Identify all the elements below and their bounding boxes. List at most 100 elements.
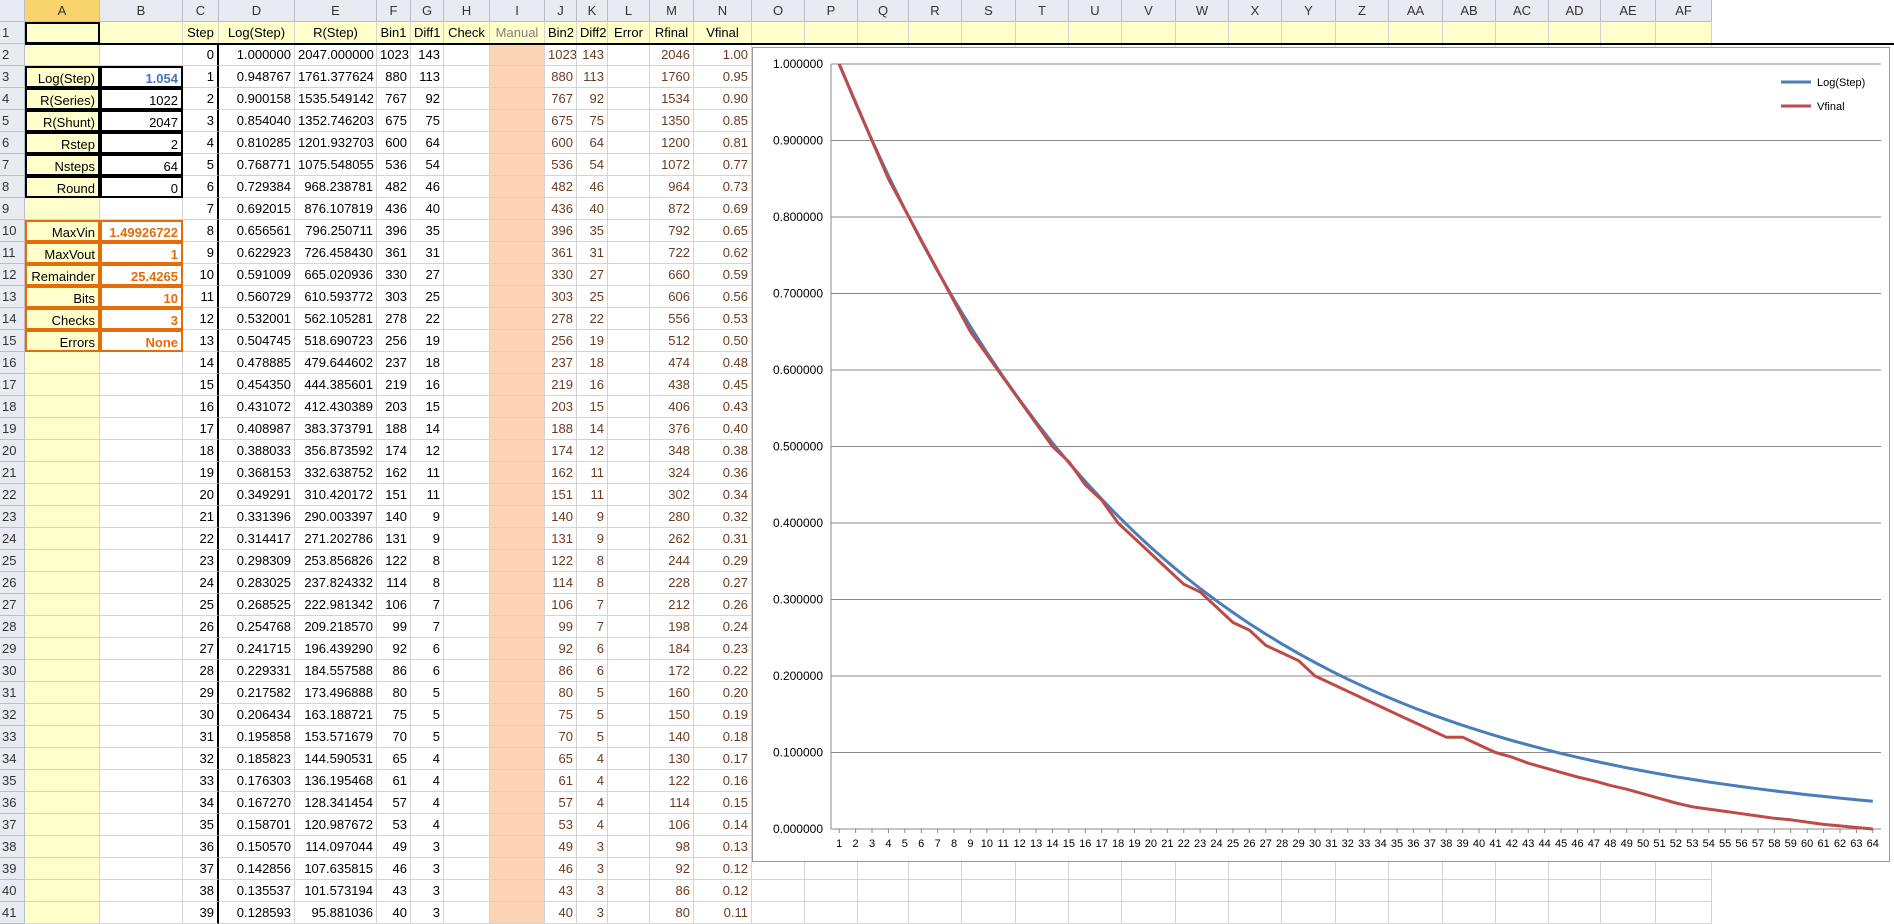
- column-header-h[interactable]: H: [444, 0, 490, 22]
- cell-f24[interactable]: 131: [377, 528, 411, 550]
- cell-a3[interactable]: Log(Step): [25, 66, 100, 88]
- cell-i16[interactable]: [490, 352, 545, 374]
- cell-a15[interactable]: Errors: [25, 330, 100, 352]
- cell-v40[interactable]: [1122, 880, 1176, 902]
- cell-n30[interactable]: 0.22: [694, 660, 752, 682]
- cell-b11[interactable]: 1: [100, 242, 183, 264]
- cell-o1[interactable]: [752, 22, 805, 44]
- cell-j1[interactable]: Bin2: [545, 22, 577, 44]
- column-header-s[interactable]: S: [962, 0, 1016, 22]
- cell-i14[interactable]: [490, 308, 545, 330]
- cell-f3[interactable]: 880: [377, 66, 411, 88]
- cell-i32[interactable]: [490, 704, 545, 726]
- cell-p41[interactable]: [805, 902, 858, 924]
- cell-k6[interactable]: 64: [577, 132, 608, 154]
- cell-m24[interactable]: 262: [650, 528, 694, 550]
- cell-k22[interactable]: 11: [577, 484, 608, 506]
- cell-e40[interactable]: 101.573194: [295, 880, 377, 902]
- cell-g12[interactable]: 27: [411, 264, 444, 286]
- cell-c38[interactable]: 36: [183, 836, 219, 858]
- cell-e13[interactable]: 610.593772: [295, 286, 377, 308]
- cell-k13[interactable]: 25: [577, 286, 608, 308]
- cell-d26[interactable]: 0.283025: [219, 572, 295, 594]
- cell-d22[interactable]: 0.349291: [219, 484, 295, 506]
- cell-l19[interactable]: [608, 418, 650, 440]
- cell-e26[interactable]: 237.824332: [295, 572, 377, 594]
- cell-e33[interactable]: 153.571679: [295, 726, 377, 748]
- cell-h41[interactable]: [444, 902, 490, 924]
- cell-i9[interactable]: [490, 198, 545, 220]
- cell-j37[interactable]: 53: [545, 814, 577, 836]
- cell-c16[interactable]: 14: [183, 352, 219, 374]
- cell-i15[interactable]: [490, 330, 545, 352]
- cell-h9[interactable]: [444, 198, 490, 220]
- cell-m10[interactable]: 792: [650, 220, 694, 242]
- cell-h30[interactable]: [444, 660, 490, 682]
- cell-g9[interactable]: 40: [411, 198, 444, 220]
- cell-c25[interactable]: 23: [183, 550, 219, 572]
- column-header-b[interactable]: B: [100, 0, 183, 22]
- cell-j32[interactable]: 75: [545, 704, 577, 726]
- cell-i34[interactable]: [490, 748, 545, 770]
- row-header-17[interactable]: 17: [0, 374, 25, 396]
- cell-g39[interactable]: 3: [411, 858, 444, 880]
- cell-a22[interactable]: [25, 484, 100, 506]
- cell-a8[interactable]: Round: [25, 176, 100, 198]
- cell-j36[interactable]: 57: [545, 792, 577, 814]
- cell-e7[interactable]: 1075.548055: [295, 154, 377, 176]
- cell-e35[interactable]: 136.195468: [295, 770, 377, 792]
- cell-m14[interactable]: 556: [650, 308, 694, 330]
- cell-k41[interactable]: 3: [577, 902, 608, 924]
- cell-j15[interactable]: 256: [545, 330, 577, 352]
- cell-d11[interactable]: 0.622923: [219, 242, 295, 264]
- cell-k31[interactable]: 5: [577, 682, 608, 704]
- cell-n25[interactable]: 0.29: [694, 550, 752, 572]
- column-header-k[interactable]: K: [577, 0, 608, 22]
- cell-n34[interactable]: 0.17: [694, 748, 752, 770]
- cell-n1[interactable]: Vfinal: [694, 22, 752, 44]
- cell-l24[interactable]: [608, 528, 650, 550]
- cell-e4[interactable]: 1535.549142: [295, 88, 377, 110]
- cell-h29[interactable]: [444, 638, 490, 660]
- cell-d20[interactable]: 0.388033: [219, 440, 295, 462]
- cell-e15[interactable]: 518.690723: [295, 330, 377, 352]
- cell-d8[interactable]: 0.729384: [219, 176, 295, 198]
- cell-m7[interactable]: 1072: [650, 154, 694, 176]
- cell-b19[interactable]: [100, 418, 183, 440]
- cell-i23[interactable]: [490, 506, 545, 528]
- cell-a24[interactable]: [25, 528, 100, 550]
- cell-h36[interactable]: [444, 792, 490, 814]
- cell-l16[interactable]: [608, 352, 650, 374]
- cell-n32[interactable]: 0.19: [694, 704, 752, 726]
- cell-i28[interactable]: [490, 616, 545, 638]
- cell-a21[interactable]: [25, 462, 100, 484]
- cell-i41[interactable]: [490, 902, 545, 924]
- cell-m4[interactable]: 1534: [650, 88, 694, 110]
- cell-m29[interactable]: 184: [650, 638, 694, 660]
- cell-n14[interactable]: 0.53: [694, 308, 752, 330]
- cell-a11[interactable]: MaxVout: [25, 242, 100, 264]
- cell-l21[interactable]: [608, 462, 650, 484]
- cell-d16[interactable]: 0.478885: [219, 352, 295, 374]
- cell-c19[interactable]: 17: [183, 418, 219, 440]
- cell-g24[interactable]: 9: [411, 528, 444, 550]
- cell-h23[interactable]: [444, 506, 490, 528]
- row-header-19[interactable]: 19: [0, 418, 25, 440]
- row-header-37[interactable]: 37: [0, 814, 25, 836]
- cell-f2[interactable]: 1023: [377, 44, 411, 66]
- cell-m1[interactable]: Rfinal: [650, 22, 694, 44]
- cell-f33[interactable]: 70: [377, 726, 411, 748]
- cell-m11[interactable]: 722: [650, 242, 694, 264]
- cell-g23[interactable]: 9: [411, 506, 444, 528]
- cell-d32[interactable]: 0.206434: [219, 704, 295, 726]
- cell-b20[interactable]: [100, 440, 183, 462]
- cell-l3[interactable]: [608, 66, 650, 88]
- column-header-w[interactable]: W: [1176, 0, 1229, 22]
- cell-a33[interactable]: [25, 726, 100, 748]
- cell-l28[interactable]: [608, 616, 650, 638]
- cell-a18[interactable]: [25, 396, 100, 418]
- cell-d33[interactable]: 0.195858: [219, 726, 295, 748]
- column-header-i[interactable]: I: [490, 0, 545, 22]
- column-header-t[interactable]: T: [1016, 0, 1069, 22]
- cell-b13[interactable]: 10: [100, 286, 183, 308]
